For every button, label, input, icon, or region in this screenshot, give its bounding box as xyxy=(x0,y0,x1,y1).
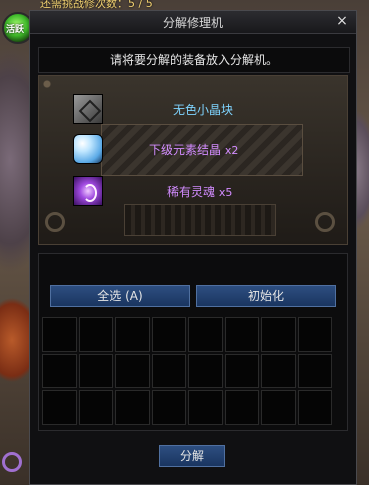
inventory-slot[interactable] xyxy=(151,390,186,425)
inventory-slot[interactable] xyxy=(115,317,150,352)
close-button[interactable]: × xyxy=(334,13,350,29)
inventory-slot[interactable] xyxy=(115,390,150,425)
inventory-grid xyxy=(42,317,332,425)
disassembler-machine: 无色小晶块 下级元素结晶 x2 稀有灵魂 x5 xyxy=(38,75,348,245)
inventory-slot[interactable] xyxy=(115,353,150,389)
inventory-slot[interactable] xyxy=(42,317,77,352)
rare-soul-icon xyxy=(73,176,103,206)
inventory-slot[interactable] xyxy=(151,353,186,389)
dialog-title: 分解修理机 xyxy=(162,16,223,30)
titlebar: 分解修理机 × xyxy=(30,11,356,34)
inventory-slot[interactable] xyxy=(188,390,223,425)
challenge-counter: 还需挑战修次数：5 / 5 xyxy=(40,0,153,10)
inventory-slot[interactable] xyxy=(297,317,332,352)
inventory-slot[interactable] xyxy=(151,317,186,352)
inventory-slot[interactable] xyxy=(297,390,332,425)
disassemble-button[interactable]: 分解 xyxy=(159,445,225,467)
status-tag: 活跃 xyxy=(6,25,25,35)
reward-item-rare-soul: 稀有灵魂 x5 xyxy=(73,176,343,206)
colorless-crystal-icon xyxy=(73,94,103,124)
inventory-slot[interactable] xyxy=(78,353,113,389)
inventory-slot[interactable] xyxy=(224,317,259,352)
reward-item-colorless-crystal: 无色小晶块 xyxy=(73,94,343,124)
inventory-slot[interactable] xyxy=(42,390,77,425)
inventory-slot[interactable] xyxy=(42,353,77,389)
inventory-slot[interactable] xyxy=(188,317,223,352)
reward-item-element-crystal: 下级元素结晶 x2 xyxy=(73,134,343,164)
reward-label: 无色小晶块 xyxy=(173,103,234,117)
inventory-slot[interactable] xyxy=(224,353,259,389)
inventory-slot[interactable] xyxy=(224,390,259,425)
inventory-slot[interactable] xyxy=(78,390,113,425)
reward-label: 下级元素结晶 x2 xyxy=(149,143,239,157)
gear-icon xyxy=(45,212,65,232)
inventory-slot[interactable] xyxy=(261,353,296,389)
inventory-slot[interactable] xyxy=(261,390,296,425)
ring-icon[interactable] xyxy=(2,452,22,472)
reward-label: 稀有灵魂 x5 xyxy=(167,185,233,199)
element-crystal-icon xyxy=(73,134,103,164)
select-all-button[interactable]: 全选 (A) xyxy=(50,285,190,307)
reset-button[interactable]: 初始化 xyxy=(196,285,336,307)
inventory-slot[interactable] xyxy=(188,353,223,389)
inventory-slot[interactable] xyxy=(297,353,332,389)
instruction-text: 请将要分解的装备放入分解机。 xyxy=(38,47,350,73)
inventory-slot[interactable] xyxy=(78,317,113,352)
disassembler-dialog: 分解修理机 × 请将要分解的装备放入分解机。 无色小晶块 下级元素结晶 x2 稀… xyxy=(29,10,357,485)
gear-icon xyxy=(315,212,335,232)
inventory-slot[interactable] xyxy=(261,317,296,352)
